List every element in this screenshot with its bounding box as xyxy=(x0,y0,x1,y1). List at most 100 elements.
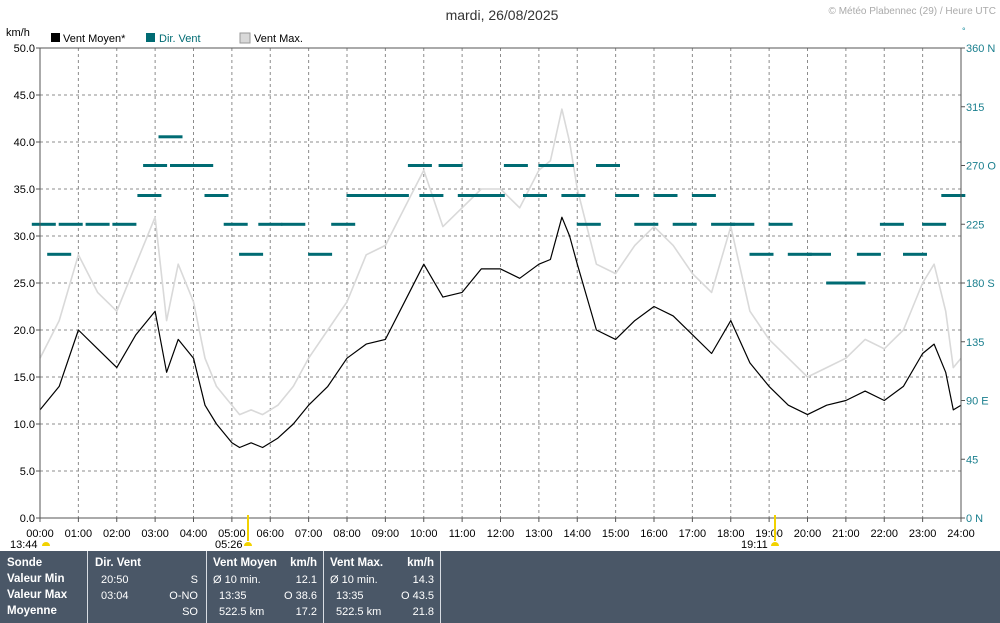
y-axis-ticks: 0.0 5.0 10.0 15.0 20.0 25.0 30.0 35.0 40.0 45.0 50… xyxy=(14,43,40,525)
wind-dir-point xyxy=(480,194,505,197)
wind-dir-point xyxy=(308,252,333,256)
y-tick-label: 5.0 xyxy=(20,466,35,478)
legend-label-wind-avg: Vent Moyen* xyxy=(63,33,126,45)
dir-min-time: 20:50 xyxy=(101,574,129,586)
wind-dir-point xyxy=(634,222,659,226)
row-label-min: Valeur Min xyxy=(7,573,65,585)
x-tick-label: 22:00 xyxy=(870,528,898,540)
left-time-marker-icon xyxy=(42,542,50,546)
left-time-label: 13:44 xyxy=(10,539,38,551)
wind-dir-point xyxy=(807,252,831,256)
legend-label-wind-max: Vent Max. xyxy=(254,33,303,45)
wind-dir-point xyxy=(768,222,793,226)
y-tick-label: 25.0 xyxy=(14,278,35,290)
avg-min-value: 12.1 xyxy=(295,574,317,586)
column-wind-avg: Vent Moyen km/h Ø 10 min. 12.1 13:35 O 3… xyxy=(206,551,323,623)
y-tick-label: 50.0 xyxy=(14,43,35,55)
y-tick-label: 0.0 xyxy=(20,513,35,525)
wind-dir-point xyxy=(258,222,283,226)
column-header-wind-avg: Vent Moyen xyxy=(213,557,277,569)
dir-min-value: S xyxy=(190,574,198,586)
column-wind-max: Vent Max. km/h Ø 10 min. 14.3 13:35 O 43… xyxy=(323,551,440,623)
avg-max-value: O 38.6 xyxy=(283,590,317,602)
x-tick-label: 02:00 xyxy=(103,528,131,540)
wind-dir-point xyxy=(841,281,866,285)
wind-dir-point xyxy=(31,222,56,226)
chart-title: mardi, 26/08/2025 xyxy=(446,7,559,23)
sunset-marker-icon xyxy=(771,542,779,546)
wind-dir-point xyxy=(922,222,947,226)
wind-dir-point xyxy=(419,194,444,197)
legend-swatch-wind-max xyxy=(239,32,251,44)
column-empty xyxy=(440,551,442,623)
y-tick-label: 10.0 xyxy=(14,419,35,431)
y-tick-label: 40.0 xyxy=(14,137,35,149)
column-wind-dir: Dir. Vent 20:50 S 03:04 O-NO SO xyxy=(87,551,206,623)
wind-dir-point xyxy=(438,164,463,167)
x-tick-label: 04:00 xyxy=(180,528,208,540)
wind-dir-point xyxy=(576,222,601,226)
wind-dir-point xyxy=(561,194,586,197)
right-axis-degree-symbol: ° xyxy=(962,26,966,36)
legend-swatch-wind-dir xyxy=(146,33,155,42)
y-tick-label: 45.0 xyxy=(14,90,35,102)
legend-label-wind-dir: Dir. Vent xyxy=(159,33,201,45)
wind-dir-point xyxy=(58,222,83,226)
column-header-wind-dir: Dir. Vent xyxy=(95,557,142,569)
sunrise-label: 05:26 xyxy=(215,539,243,551)
avg-mean-value: 17.2 xyxy=(295,606,317,618)
wind-dir-point xyxy=(523,194,547,197)
y-tick-label: 15.0 xyxy=(14,372,35,384)
wind-dir-point xyxy=(503,164,528,167)
max-distance: 522.5 km xyxy=(336,606,382,618)
x-tick-label: 06:00 xyxy=(256,528,284,540)
wind-dir-point xyxy=(903,252,927,256)
avg-distance: 522.5 km xyxy=(219,606,265,618)
wind-dir-point xyxy=(331,222,356,226)
wind-dir-point xyxy=(691,194,716,197)
legend-swatch-wind-avg xyxy=(51,33,60,42)
x-tick-label: 08:00 xyxy=(333,528,361,540)
x-tick-label: 14:00 xyxy=(563,528,591,540)
max-max-time: 13:35 xyxy=(336,590,364,602)
wind-dir-point xyxy=(137,194,162,197)
sunrise-marker-icon xyxy=(244,542,252,546)
x-tick-label: 11:00 xyxy=(449,528,476,540)
wind-dir-point xyxy=(189,164,214,167)
column-unit-wind-avg: km/h xyxy=(290,557,317,569)
wind-dir-point xyxy=(879,222,904,226)
y2-axis-ticks: 0 N 45 90 E 135 180 S 225 270 O 315 360 N xyxy=(961,43,996,525)
y-tick-label: 35.0 xyxy=(14,184,35,196)
wind-dir-point xyxy=(384,194,409,197)
y2-tick-label: 270 O xyxy=(966,161,996,173)
column-header-wind-max: Vent Max. xyxy=(330,557,384,569)
wind-dir-point xyxy=(158,135,183,139)
x-tick-label: 10:00 xyxy=(410,528,438,540)
avg-max-time: 13:35 xyxy=(219,590,247,602)
wind-dir-point xyxy=(941,194,966,197)
avg-min-label: Ø 10 min. xyxy=(213,574,261,586)
wind-dir-point xyxy=(653,194,678,197)
wind-dir-point xyxy=(281,222,306,226)
wind-dir-point xyxy=(143,164,168,167)
wind-dir-point xyxy=(856,252,881,256)
x-tick-label: 13:00 xyxy=(525,528,553,540)
y-tick-label: 20.0 xyxy=(14,325,35,337)
wind-chart: mardi, 26/08/2025 © Météo Plabennec (29)… xyxy=(6,6,996,551)
x-tick-label: 03:00 xyxy=(141,528,169,540)
x-tick-label: 15:00 xyxy=(602,528,630,540)
y2-tick-label: 0 N xyxy=(966,513,983,525)
x-tick-label: 21:00 xyxy=(832,528,860,540)
x-axis-ticks: 00:00 01:00 02:00 03:00 04:00 05:00 06:00 07:00… xyxy=(26,518,975,540)
x-tick-label: 09:00 xyxy=(372,528,400,540)
wind-dir-point xyxy=(596,164,620,167)
max-mean-value: 21.8 xyxy=(412,606,434,618)
y-axis-unit: km/h xyxy=(6,27,30,39)
x-tick-label: 16:00 xyxy=(640,528,668,540)
wind-dir-point xyxy=(615,194,640,197)
row-label-mean: Moyenne xyxy=(7,605,57,617)
wind-dir-point xyxy=(672,222,697,226)
wind-dir-point xyxy=(549,164,574,167)
x-tick-label: 23:00 xyxy=(909,528,937,540)
wind-dir-point xyxy=(112,222,137,226)
